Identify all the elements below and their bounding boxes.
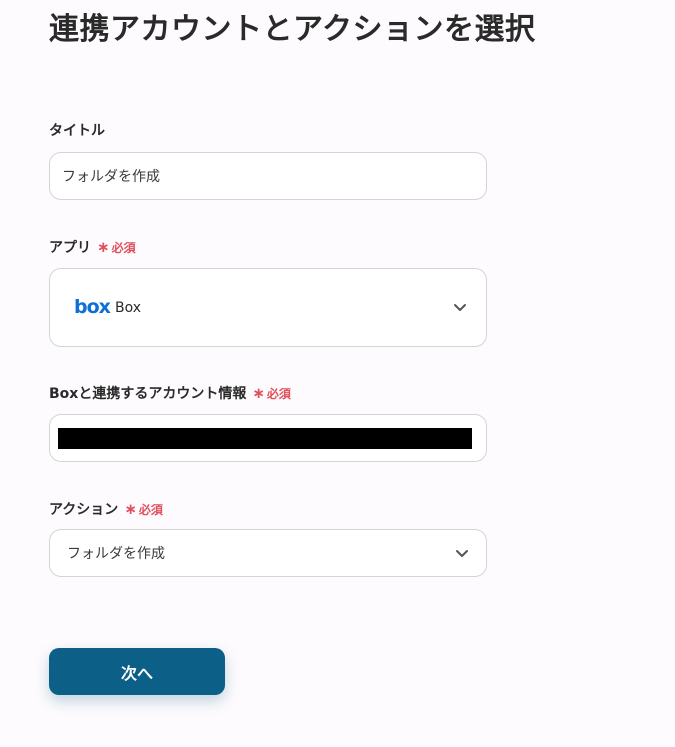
account-label: Boxと連携するアカウント情報 ∗ 必須 bbox=[49, 383, 291, 404]
app-select-value: Box bbox=[115, 299, 142, 316]
title-label-text: タイトル bbox=[49, 123, 105, 139]
app-select[interactable]: box Box bbox=[49, 268, 487, 347]
app-label-text: アプリ bbox=[49, 240, 91, 256]
required-asterisk: ∗ bbox=[97, 238, 110, 256]
account-label-text: Boxと連携するアカウント情報 bbox=[49, 386, 247, 402]
required-badge: ∗ 必須 bbox=[97, 238, 136, 256]
next-button[interactable]: 次へ bbox=[49, 648, 225, 695]
required-asterisk: ∗ bbox=[252, 384, 265, 402]
required-badge: ∗ 必須 bbox=[124, 500, 163, 518]
action-label: アクション ∗ 必須 bbox=[49, 499, 163, 520]
action-label-text: アクション bbox=[49, 502, 119, 518]
app-label: アプリ ∗ 必須 bbox=[49, 237, 136, 258]
required-text: 必須 bbox=[138, 503, 163, 517]
action-select[interactable]: フォルダを作成 bbox=[49, 529, 487, 577]
box-logo: box bbox=[74, 296, 111, 318]
chevron-down-icon[interactable] bbox=[454, 545, 470, 561]
chevron-down-icon[interactable] bbox=[452, 300, 468, 316]
account-select[interactable] bbox=[49, 414, 487, 462]
required-badge: ∗ 必須 bbox=[252, 384, 291, 402]
page-title: 連携アカウントとアクションを選択 bbox=[49, 12, 536, 47]
required-text: 必須 bbox=[266, 387, 291, 401]
required-text: 必須 bbox=[111, 241, 136, 255]
title-field[interactable] bbox=[49, 152, 487, 200]
title-label: タイトル bbox=[49, 121, 105, 141]
required-asterisk: ∗ bbox=[124, 500, 137, 518]
title-input[interactable] bbox=[62, 168, 474, 184]
redacted-account-value bbox=[58, 427, 472, 449]
action-select-value: フォルダを作成 bbox=[67, 546, 165, 562]
